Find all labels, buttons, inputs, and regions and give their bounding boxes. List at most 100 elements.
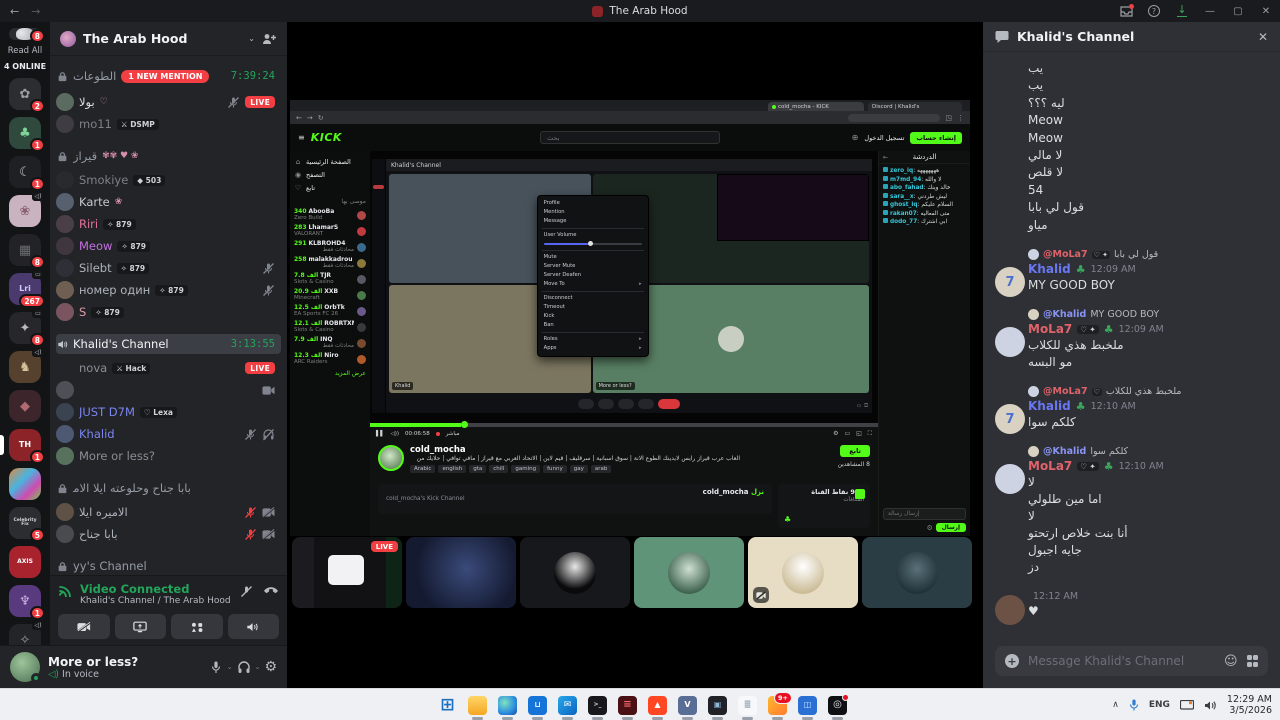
stream-tag[interactable]: funny (543, 465, 567, 473)
audio-options-chevron[interactable]: ⌄ (255, 663, 261, 671)
kick-nav-item[interactable]: ♡ تابع (294, 181, 366, 194)
message-input[interactable]: + Message Khalid's Channel ☺ (995, 646, 1268, 676)
disconnect-call-icon[interactable] (263, 585, 279, 594)
taskbar-app-icon[interactable]: ▣ (708, 695, 727, 720)
kick-channel-row[interactable]: 7.8 ألف TJR Slots & Casino (294, 271, 366, 287)
kick-show-more-link[interactable]: عرض المزيد (294, 370, 366, 377)
taskbar-app-icon[interactable]: >_ (588, 695, 607, 720)
server-icon[interactable]: ♣ 1 (9, 117, 45, 152)
message-avatar[interactable] (995, 595, 1025, 626)
sidebar-row[interactable]: بابا جناح وحلوعته ايلا الامورا (56, 478, 281, 498)
taskbar-app-icon[interactable] (468, 695, 487, 720)
camera-toggle-button[interactable] (58, 614, 110, 639)
stream-tag[interactable]: chill (489, 465, 509, 473)
hamburger-menu-icon[interactable]: ≡ (298, 133, 305, 142)
soundboard-button[interactable] (227, 614, 279, 639)
streamer-avatar[interactable] (378, 445, 404, 471)
participant-tile[interactable] (634, 537, 744, 608)
stream-tag[interactable]: gay (569, 465, 588, 473)
player-progress-bar[interactable] (370, 421, 878, 428)
volume-icon[interactable] (1204, 700, 1217, 711)
sidebar-row[interactable]: mo11 ⚔ DSMP (56, 114, 281, 134)
player-settings-icon[interactable]: ⚙ (833, 430, 838, 438)
sidebar-row[interactable]: قيراز ✾✾ ♥ ❀ (56, 146, 281, 166)
close-button[interactable]: ✕ (1252, 0, 1280, 22)
taskbar-app-icon[interactable]: ≣ (738, 695, 757, 720)
taskbar-app-icon[interactable]: ◫ (798, 695, 817, 720)
participant-tile[interactable] (862, 537, 972, 608)
reply-context[interactable]: @MoLa7 ♡ ✦ قول لي بابا (1028, 249, 1268, 261)
kick-login-link[interactable]: تسجيل الدخول (864, 134, 904, 142)
stream-tag[interactable]: gta (469, 465, 487, 473)
sidebar-row[interactable]: номер один ✧ 879 (56, 280, 281, 300)
emoji-picker-icon[interactable]: ☺ (1224, 654, 1238, 669)
user-volume-slider[interactable] (538, 240, 648, 248)
sidebar-row[interactable]: الطوعات 1 NEW MENTION 7:39:24 (56, 66, 281, 86)
message-avatar[interactable]: 7 (995, 267, 1025, 298)
settings-gear-icon[interactable]: ⚙ (264, 659, 277, 675)
close-chat-icon[interactable]: ✕ (1258, 30, 1268, 44)
sidebar-row[interactable]: yy's Channel (56, 556, 281, 575)
screen-share-view[interactable]: cold_mocha - KICK Discord | Khalid's ← →… (290, 100, 970, 536)
redeem-button[interactable] (855, 489, 865, 499)
browser-forward-icon[interactable]: → (307, 114, 313, 122)
message-author[interactable]: Khalid (1028, 262, 1071, 276)
sidebar-row[interactable]: S ✧ 879 (56, 302, 281, 322)
kick-channel-row[interactable]: 12.5 ألف OrbTk EA Sports FC 26 (294, 303, 366, 319)
user-avatar[interactable] (10, 652, 41, 683)
server-icon[interactable]: Celebrity Fix 5 (9, 507, 45, 542)
kick-search-input[interactable]: بحث (540, 131, 720, 144)
participant-tile[interactable]: LIVE (292, 537, 402, 608)
mic-options-chevron[interactable]: ⌄ (227, 663, 233, 671)
message-avatar[interactable] (995, 327, 1025, 358)
collapse-chat-icon[interactable]: ⇤ (883, 154, 888, 161)
sidebar-row[interactable]: Khalid (56, 424, 281, 444)
pip-icon[interactable]: ▭ (844, 430, 850, 438)
kick-chat-input[interactable]: إرسال رسالة (883, 508, 966, 520)
server-icon[interactable]: ♞ ◁) (9, 347, 44, 383)
cast-screen-icon[interactable] (1179, 699, 1194, 711)
server-icon[interactable]: AXIS (9, 546, 41, 578)
streamer-name[interactable]: cold_mocha (410, 445, 870, 455)
kick-nav-item[interactable]: ⌂ الصفحة الرئيسية (294, 155, 366, 168)
browser-menu-icon[interactable]: ⋮ (957, 114, 964, 122)
message-avatar[interactable] (995, 464, 1025, 495)
fullscreen-icon[interactable]: ⛶ (868, 430, 872, 438)
kick-channel-row[interactable]: 283 LhamarS VALORANT (294, 223, 366, 239)
browser-refresh-icon[interactable]: ↻ (318, 114, 324, 122)
sidebar-row[interactable]: Silebt ✧ 879 (56, 258, 281, 278)
pause-button[interactable]: ▌▌ (376, 431, 384, 437)
kick-channel-row[interactable]: 340 AbooBa Zero Build (294, 207, 366, 223)
server-icon[interactable]: TH 1 (0, 429, 45, 464)
server-icon[interactable]: Lri 267 ▭ (9, 269, 45, 308)
volume-button[interactable]: ◁)) (390, 431, 399, 437)
follow-button[interactable]: تابع (840, 445, 870, 457)
participant-tile[interactable] (406, 537, 516, 608)
taskbar-app-icon[interactable]: ⊔ (528, 695, 547, 720)
address-bar[interactable] (848, 113, 941, 122)
participant-tile[interactable] (520, 537, 630, 608)
kick-chat-settings-icon[interactable]: ⚙ (926, 524, 932, 532)
stream-tag[interactable]: Arabic (410, 465, 436, 473)
taskbar-app-icon[interactable]: ✉ (558, 695, 577, 720)
kick-channel-row[interactable]: 12.1 ألف ROBRTXM Slots & Casino (294, 319, 366, 335)
server-header[interactable]: The Arab Hood ⌄ (50, 22, 287, 56)
sidebar-row[interactable]: بابا جناح (56, 524, 281, 544)
browser-back-icon[interactable]: ← (296, 114, 302, 122)
headphones-button[interactable] (237, 660, 251, 674)
kick-channel-row[interactable]: 258 malakkadrou محادثات فقط (294, 255, 366, 271)
activities-button[interactable] (171, 614, 223, 639)
stream-tag[interactable]: english (438, 465, 467, 473)
tray-chevron-icon[interactable]: ∧ (1112, 700, 1119, 710)
sidebar-row[interactable]: nova ⚔ Hack LIVE (56, 358, 281, 378)
message-avatar[interactable]: 7 (995, 404, 1025, 435)
kick-channel-row[interactable]: 20.9 ألف XXB Minecraft (294, 287, 366, 303)
kick-logo[interactable]: KICK (311, 131, 342, 144)
sidebar-row[interactable]: Khalid's Channel 3:13:55 (56, 334, 281, 354)
taskbar-app-icon[interactable]: ▲ (648, 695, 667, 720)
taskbar-app-icon[interactable]: V (678, 695, 697, 720)
apps-grid-icon[interactable] (1246, 655, 1258, 667)
participant-tile[interactable] (748, 537, 858, 608)
taskbar-app-icon[interactable] (498, 695, 517, 720)
globe-icon[interactable]: ⊕ (852, 133, 859, 142)
